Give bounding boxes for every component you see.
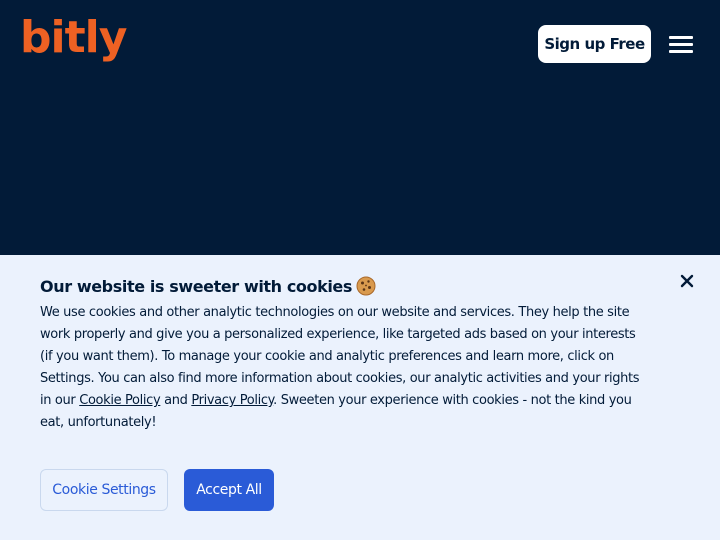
- close-icon[interactable]: [677, 271, 697, 291]
- cookie-banner-body: We use cookies and other analytic techno…: [40, 302, 650, 434]
- cookie-banner: Our website is sweeter with cookies We u…: [0, 255, 720, 540]
- accept-all-button[interactable]: Accept All: [184, 469, 274, 511]
- cookie-policy-link[interactable]: Cookie Policy: [79, 393, 160, 408]
- menu-line: [669, 43, 693, 46]
- cookie-banner-title: Our website is sweeter with cookies: [40, 277, 353, 296]
- cookie-banner-title-row: Our website is sweeter with cookies: [40, 276, 376, 296]
- sign-up-free-button[interactable]: Sign up Free: [538, 25, 651, 63]
- menu-line: [669, 36, 693, 39]
- site-header: bitly Sign up Free: [0, 0, 720, 255]
- bitly-logo[interactable]: bitly: [20, 12, 127, 72]
- cookie-icon: [356, 276, 376, 296]
- menu-line: [669, 50, 693, 53]
- cookie-banner-body-and: and: [160, 393, 192, 408]
- privacy-policy-link[interactable]: Privacy Policy: [191, 393, 273, 408]
- logo-text: bitly: [20, 12, 127, 63]
- cookie-settings-button[interactable]: Cookie Settings: [40, 469, 168, 511]
- hamburger-menu-icon[interactable]: [667, 33, 697, 57]
